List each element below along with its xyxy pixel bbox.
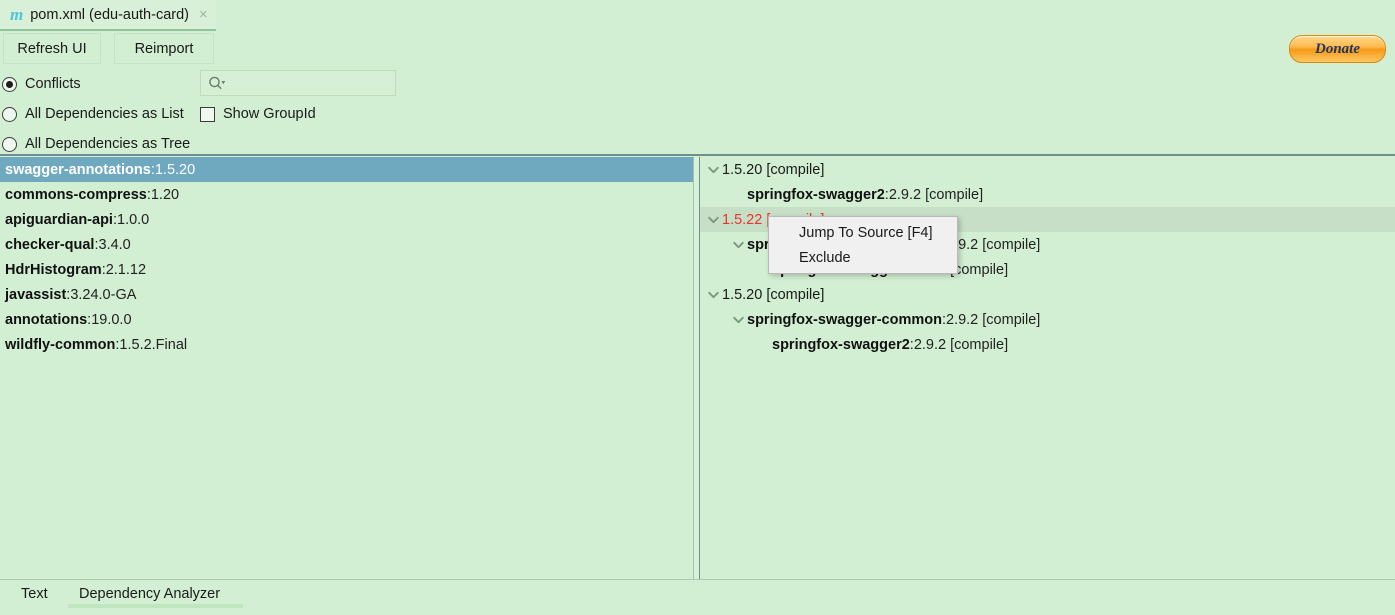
tab-text[interactable]: Text	[21, 586, 48, 610]
chevron-down-icon[interactable]	[704, 166, 722, 174]
dependency-artifact: annotations	[5, 311, 88, 328]
dependency-version-scope: 2.9.2 [compile]	[946, 311, 1041, 328]
dependency-artifact: springfox-swagger2	[772, 336, 910, 353]
dependency-artifact: springfox-swagger2	[747, 186, 885, 203]
tree-row[interactable]: 1.5.20 [compile]	[700, 282, 1395, 307]
list-item[interactable]: checker-qual : 3.4.0	[0, 232, 693, 257]
search-input[interactable]	[230, 74, 384, 92]
dependency-version: 1.5.20	[154, 161, 196, 178]
panel-splitter[interactable]	[693, 157, 700, 579]
list-item[interactable]: annotations : 19.0.0	[0, 307, 693, 332]
dependency-artifact: javassist	[5, 286, 67, 303]
context-menu-item[interactable]: Jump To Source [F4]	[769, 220, 957, 245]
dependency-version: 1.0.0	[117, 211, 150, 228]
tree-row[interactable]: springfox-swagger-common : 2.9.2 [compil…	[700, 307, 1395, 332]
context-menu-item[interactable]: Exclude	[769, 245, 957, 270]
tree-row[interactable]: springfox-swagger2 : 2.9.2 [compile]	[700, 332, 1395, 357]
dependency-version-scope: 2.9.2 [compile]	[946, 236, 1041, 253]
dependency-version: 1.20	[150, 186, 180, 203]
dependency-version-scope: 2.9.2 [compile]	[913, 336, 1009, 353]
dependency-version: 3.4.0	[98, 236, 131, 253]
radio-label-tree: All Dependencies as Tree	[25, 136, 191, 152]
list-item[interactable]: commons-compress : 1.20	[0, 182, 693, 207]
refresh-ui-button[interactable]: Refresh UI	[3, 33, 101, 64]
tab-label: pom.xml (edu-auth-card)	[30, 6, 189, 23]
checkbox-show-groupid[interactable]: Show GroupId	[200, 103, 316, 125]
chevron-down-icon[interactable]	[729, 316, 747, 324]
radio-all-dependencies-as-list[interactable]: All Dependencies as List	[2, 103, 184, 125]
radio-icon-conflicts	[2, 76, 17, 92]
dependency-artifact: wildfly-common	[5, 336, 116, 353]
chevron-down-icon[interactable]	[729, 241, 747, 249]
toolbar: Refresh UI Reimport Donate	[0, 33, 1395, 64]
donate-button[interactable]: Donate	[1289, 35, 1386, 63]
maven-m-icon: m	[10, 5, 24, 24]
dependency-artifact: checker-qual	[5, 236, 95, 253]
dependency-artifact: HdrHistogram	[5, 261, 102, 278]
tree-row[interactable]: springfox-swagger2 : 2.9.2 [compile]	[700, 182, 1395, 207]
version-label: 1.5.20 [compile]	[722, 286, 825, 303]
conflict-list-panel[interactable]: swagger-annotations : 1.5.20 commons-comp…	[0, 157, 693, 579]
context-menu[interactable]: Jump To Source [F4] Exclude	[768, 216, 958, 274]
dependency-artifact: apiguardian-api	[5, 211, 113, 228]
list-item[interactable]: HdrHistogram : 2.1.12	[0, 257, 693, 282]
search-box[interactable]	[200, 70, 396, 96]
radio-all-dependencies-as-tree[interactable]: All Dependencies as Tree	[2, 133, 190, 155]
list-item[interactable]: swagger-annotations : 1.5.20	[0, 157, 693, 182]
list-item[interactable]: javassist : 3.24.0-GA	[0, 282, 693, 307]
checkbox-label-show-groupid: Show GroupId	[223, 106, 316, 122]
chevron-down-icon[interactable]	[704, 216, 722, 224]
panels-top-divider	[0, 154, 1395, 156]
radio-icon-list	[2, 106, 17, 122]
dependency-version-scope: 2.9.2 [compile]	[888, 186, 984, 203]
checkbox-icon-show-groupid	[200, 106, 215, 122]
editor-tab-strip: m pom.xml (edu-auth-card) ×	[0, 0, 1395, 32]
dependency-version: 3.24.0-GA	[70, 286, 137, 303]
radio-conflicts[interactable]: Conflicts	[2, 73, 81, 95]
tab-pom-xml[interactable]: m pom.xml (edu-auth-card) ×	[0, 0, 216, 31]
list-item[interactable]: wildfly-common : 1.5.2.Final	[0, 332, 693, 357]
close-icon[interactable]: ×	[199, 7, 208, 22]
radio-label-list: All Dependencies as List	[25, 106, 184, 122]
bottom-tab-bar: Text Dependency Analyzer	[0, 580, 1395, 615]
chevron-down-icon[interactable]	[704, 291, 722, 299]
dependency-version: 2.1.12	[105, 261, 147, 278]
search-icon	[208, 76, 226, 91]
dependency-artifact: swagger-annotations	[5, 161, 151, 178]
dependency-version: 19.0.0	[91, 311, 132, 328]
radio-icon-tree	[2, 136, 17, 152]
tab-selected-underline	[68, 604, 243, 608]
dependency-artifact: commons-compress	[5, 186, 147, 203]
reimport-button[interactable]: Reimport	[114, 33, 214, 64]
view-options: Conflicts All Dependencies as List All D…	[0, 68, 1395, 154]
radio-label-conflicts: Conflicts	[25, 76, 81, 92]
tree-row[interactable]: 1.5.20 [compile]	[700, 157, 1395, 182]
dependency-artifact: springfox-swagger-common	[747, 311, 942, 328]
dependency-version: 1.5.2.Final	[119, 336, 188, 353]
version-label: 1.5.20 [compile]	[722, 161, 825, 178]
list-item[interactable]: apiguardian-api : 1.0.0	[0, 207, 693, 232]
